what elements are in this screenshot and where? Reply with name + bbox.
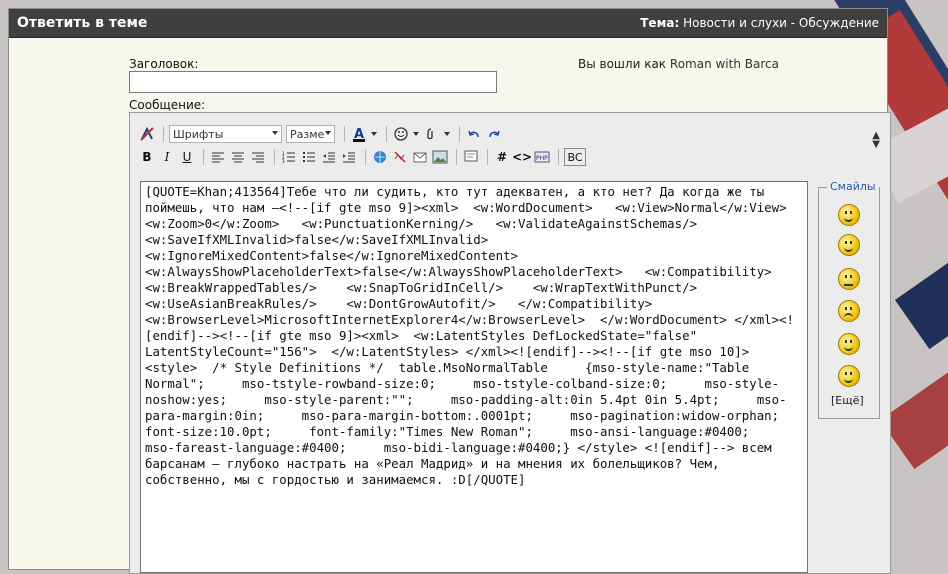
indent-icon[interactable]: [340, 148, 358, 166]
subject-input[interactable]: [129, 71, 497, 93]
font-dropdown-label: Шрифты: [173, 127, 224, 141]
align-right-icon[interactable]: [249, 148, 267, 166]
message-textarea[interactable]: [QUOTE=Khan;413564]Тебе что ли судить, к…: [140, 181, 808, 573]
unordered-list-icon[interactable]: [300, 148, 318, 166]
reply-panel: Ответить в теме Тема: Новости и слухи - …: [8, 8, 891, 574]
quote-icon[interactable]: [462, 148, 480, 166]
svg-text:PHP: PHP: [536, 155, 548, 162]
logged-user: Roman with Barca: [669, 57, 779, 71]
toolbar-row-2: B I U 123 # <> PHP BC: [138, 146, 588, 168]
undo-icon[interactable]: [465, 125, 483, 143]
size-dropdown-label: Разме: [290, 127, 325, 141]
hash-icon[interactable]: #: [493, 148, 511, 166]
text-color-icon[interactable]: A: [350, 125, 368, 143]
logged-prefix: Вы вошли как: [578, 57, 667, 71]
resize-icon[interactable]: ▲ ▼: [872, 131, 880, 150]
logged-in-info: Вы вошли как Roman with Barca: [578, 57, 779, 71]
toolbar-row-1: Шрифты Разме A: [138, 123, 505, 145]
italic-icon[interactable]: I: [158, 148, 176, 166]
insert-image-icon[interactable]: [431, 148, 449, 166]
ordered-list-icon[interactable]: 123: [280, 148, 298, 166]
angel-smile-icon[interactable]: [838, 333, 860, 355]
email-icon[interactable]: [411, 148, 429, 166]
clear-format-icon[interactable]: [138, 125, 156, 143]
tongue-smile-icon[interactable]: [838, 234, 860, 256]
redo-icon[interactable]: [485, 125, 503, 143]
code-icon[interactable]: <>: [512, 148, 532, 166]
outdent-icon[interactable]: [320, 148, 338, 166]
cry-smile-icon[interactable]: [838, 300, 860, 322]
bold-icon[interactable]: B: [138, 148, 156, 166]
message-label: Сообщение:: [129, 98, 206, 112]
align-left-icon[interactable]: [209, 148, 227, 166]
attach-icon[interactable]: [423, 125, 441, 143]
size-dropdown[interactable]: Разме: [286, 125, 335, 143]
php-icon[interactable]: PHP: [533, 148, 551, 166]
smile-icon[interactable]: [838, 204, 860, 226]
remove-link-icon[interactable]: [391, 148, 409, 166]
thread-info: Тема: Новости и слухи - Обсуждение: [640, 16, 879, 30]
more-smilies-link[interactable]: [Ещё]: [831, 394, 864, 407]
toggle-source-icon[interactable]: BC: [564, 148, 586, 166]
theme-value: Новости и слухи - Обсуждение: [683, 16, 879, 30]
theme-label: Тема:: [640, 16, 680, 30]
grin-smile-icon[interactable]: [838, 365, 860, 387]
subject-label: Заголовок:: [129, 57, 199, 71]
confused-smile-icon[interactable]: [838, 268, 860, 290]
svg-text:3: 3: [282, 159, 285, 163]
panel-title: Ответить в теме: [17, 15, 148, 31]
smilies-legend: Смайлы: [827, 180, 879, 193]
font-dropdown[interactable]: Шрифты: [169, 125, 282, 143]
smiley-menu-icon[interactable]: [392, 125, 410, 143]
insert-link-icon[interactable]: [371, 148, 389, 166]
editor: Шрифты Разме A B I U 1 2 3 # <> PHP BC ▲…: [129, 112, 891, 574]
smilies-box: Смайлы [Ещё]: [818, 180, 880, 419]
underline-icon[interactable]: U: [178, 148, 196, 166]
align-center-icon[interactable]: [229, 148, 247, 166]
panel-header: Ответить в теме Тема: Новости и слухи - …: [9, 9, 887, 38]
